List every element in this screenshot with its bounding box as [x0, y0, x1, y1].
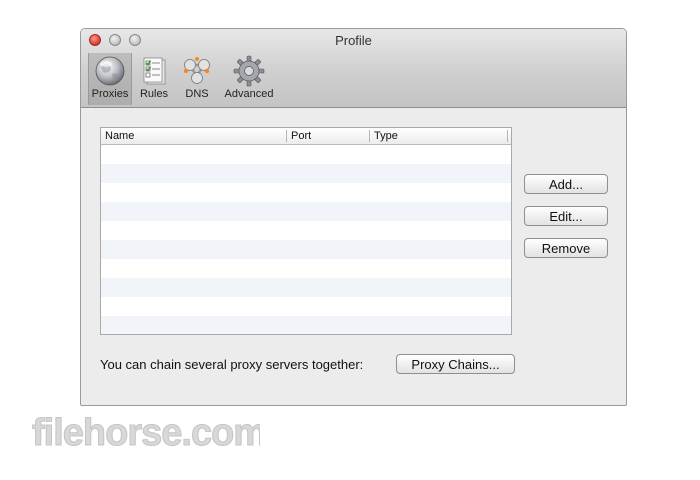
table-row[interactable]	[101, 259, 511, 278]
column-header-name[interactable]: Name	[105, 129, 134, 143]
toolbar-tab-dns[interactable]: DNS	[178, 53, 216, 105]
column-header-type[interactable]: Type	[374, 129, 398, 143]
column-header-port[interactable]: Port	[291, 129, 311, 143]
gear-icon	[233, 55, 265, 87]
column-divider	[286, 130, 287, 142]
toolbar-label-rules: Rules	[139, 88, 169, 100]
toolbar-tab-proxies[interactable]: Proxies	[88, 53, 132, 105]
column-divider	[507, 130, 508, 142]
table-row[interactable]	[101, 145, 511, 164]
watermark-text: filehorse.com	[32, 412, 260, 453]
titlebar: Profile Proxies Rules DNS Advanced	[81, 29, 626, 108]
toolbar-label-dns: DNS	[185, 88, 209, 100]
window-title: Profile	[335, 33, 372, 48]
table-row[interactable]	[101, 316, 511, 334]
toolbar-label-proxies: Proxies	[91, 88, 129, 100]
proxy-chains-button[interactable]: Proxy Chains...	[396, 354, 515, 374]
column-divider	[369, 130, 370, 142]
toolbar-tab-advanced[interactable]: Advanced	[221, 53, 277, 105]
table-row[interactable]	[101, 183, 511, 202]
filehorse-watermark-logo: filehorse.com	[32, 412, 261, 454]
dns-nodes-icon	[183, 57, 210, 84]
remove-button[interactable]: Remove	[524, 238, 608, 258]
table-row[interactable]	[101, 278, 511, 297]
table-row[interactable]	[101, 297, 511, 316]
table-row[interactable]	[101, 202, 511, 221]
checklist-icon	[143, 57, 166, 85]
profile-window: Profile Proxies Rules DNS Advanced Name …	[80, 28, 627, 406]
chain-description: You can chain several proxy servers toge…	[100, 357, 364, 372]
table-row[interactable]	[101, 221, 511, 240]
table-row[interactable]	[101, 240, 511, 259]
toolbar-tab-rules[interactable]: Rules	[136, 53, 172, 105]
table-body	[101, 145, 511, 334]
globe-icon	[95, 56, 125, 86]
table-row[interactable]	[101, 164, 511, 183]
table-header: Name Port Type	[101, 128, 511, 145]
edit-button[interactable]: Edit...	[524, 206, 608, 226]
toolbar-label-advanced: Advanced	[224, 88, 274, 100]
proxy-table[interactable]: Name Port Type	[100, 127, 512, 335]
add-button[interactable]: Add...	[524, 174, 608, 194]
